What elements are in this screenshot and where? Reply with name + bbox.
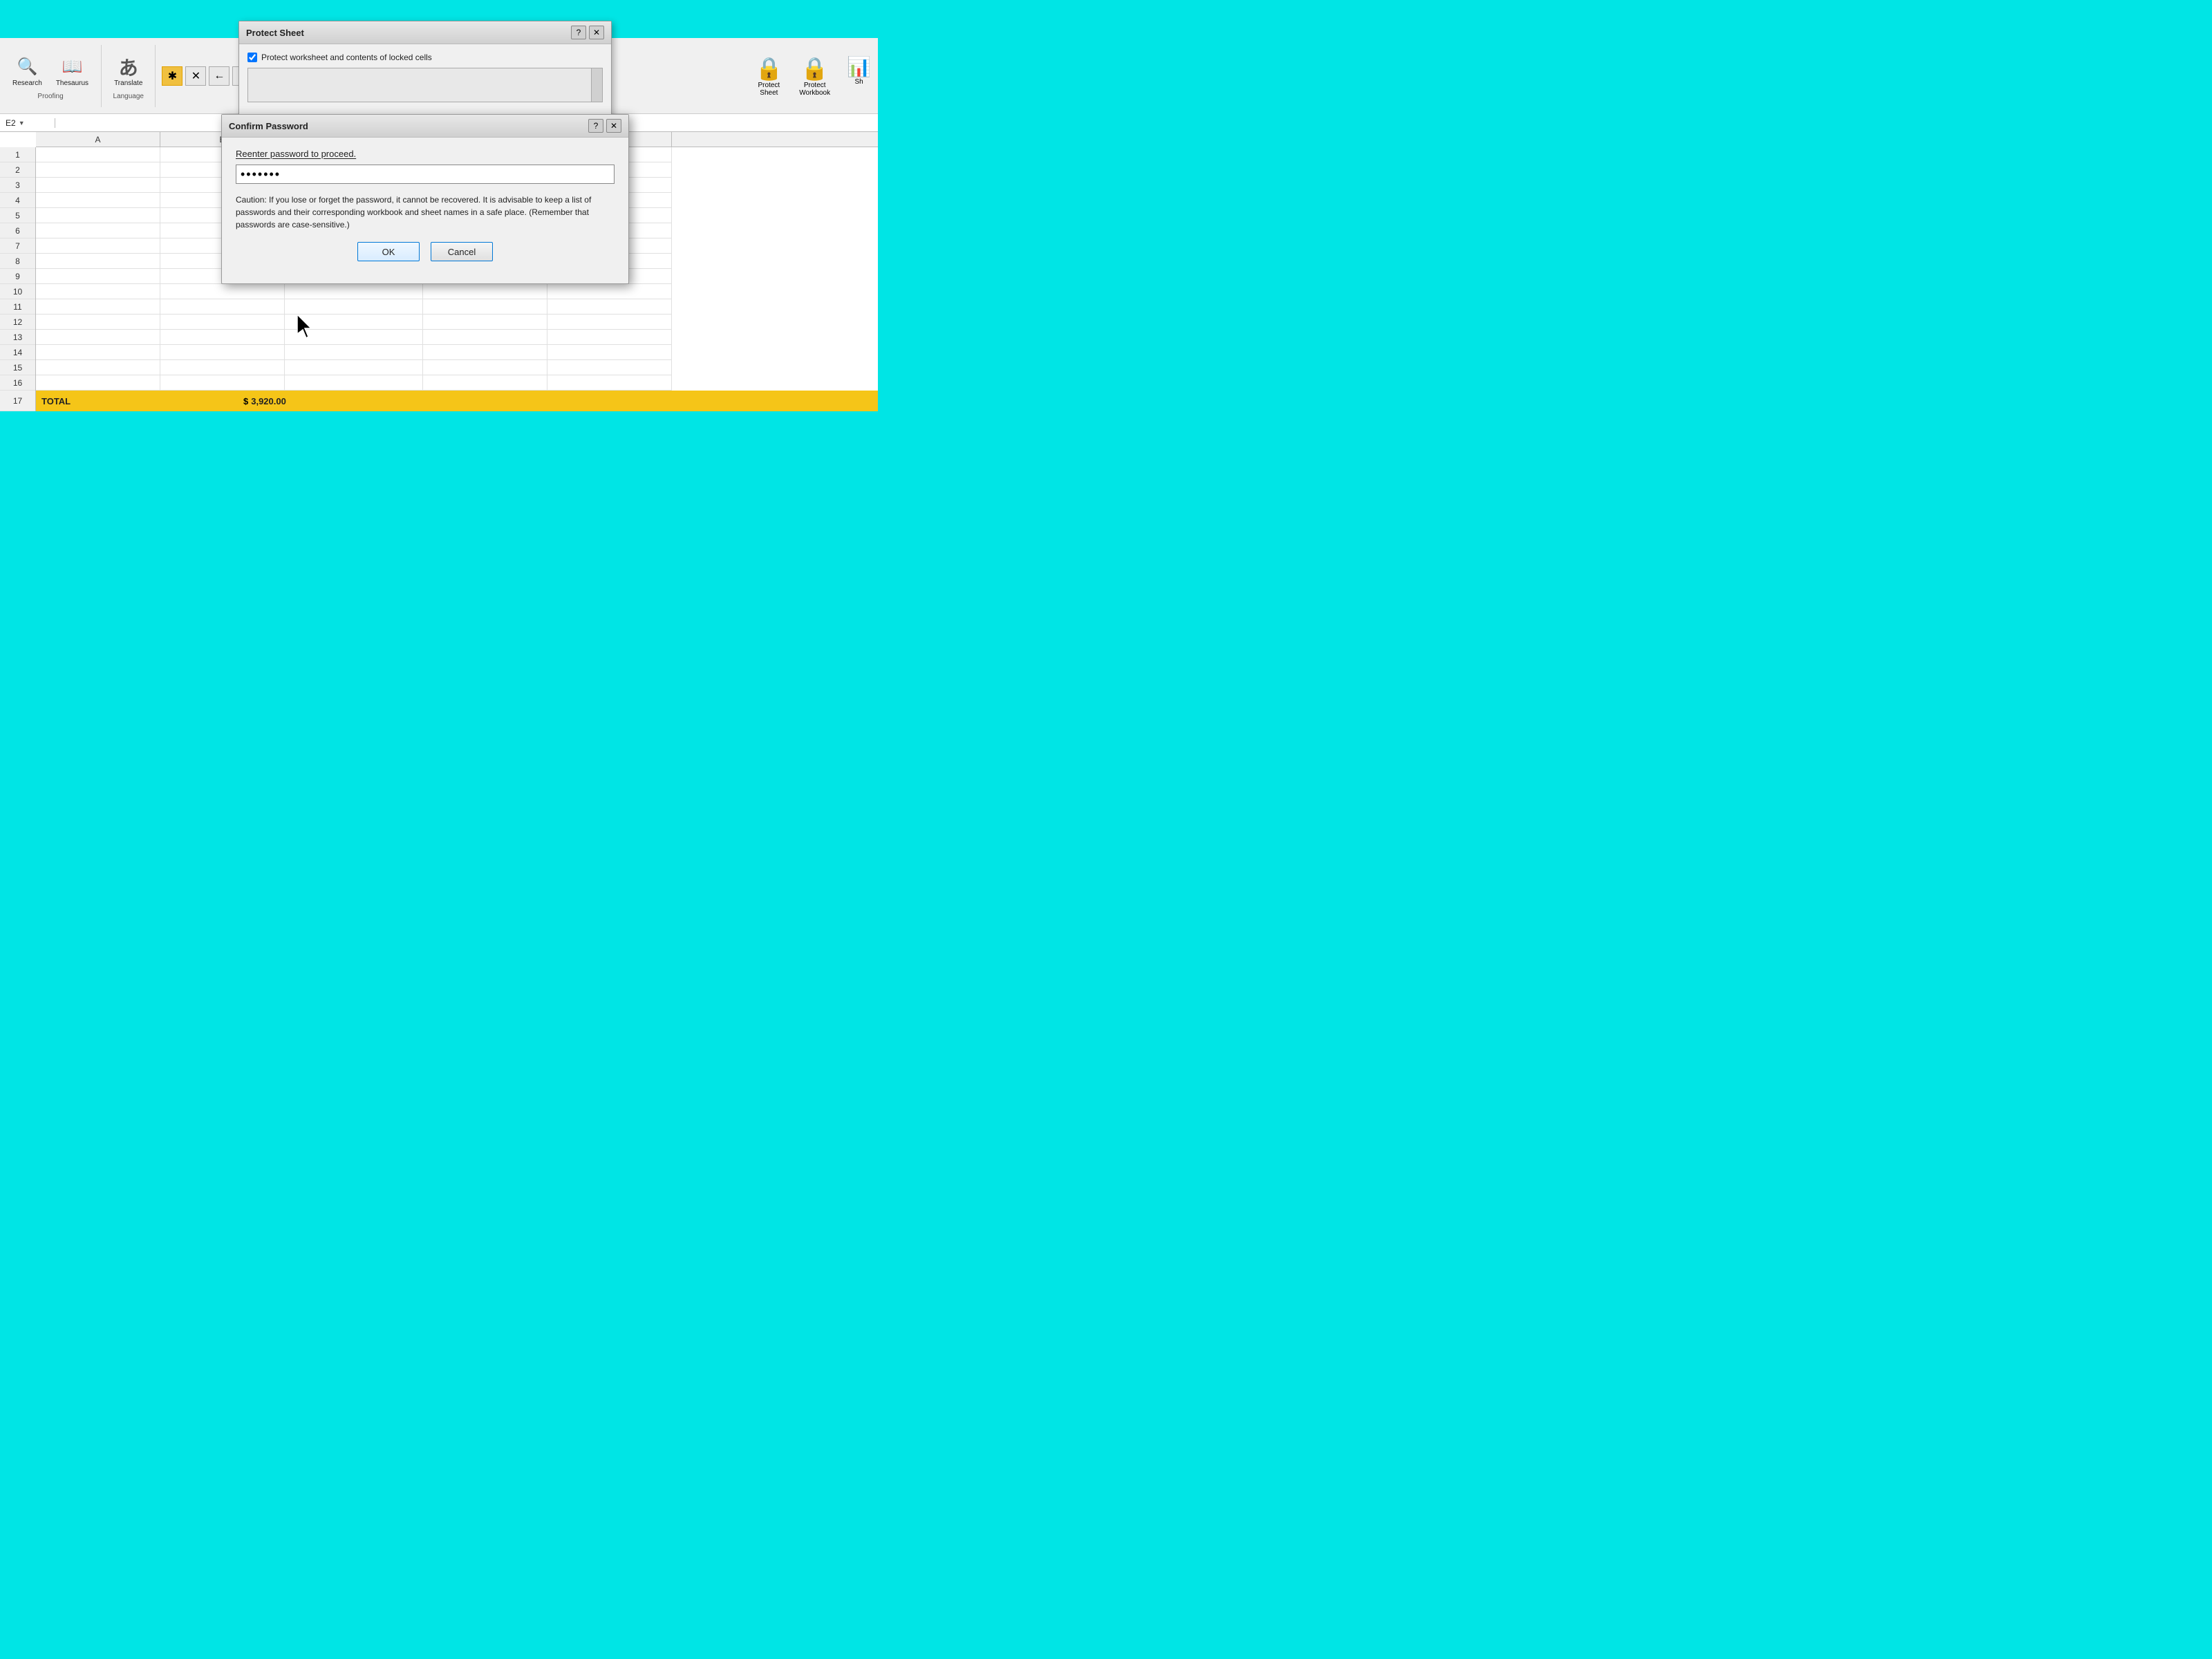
reenter-password-label: Reenter password to proceed. xyxy=(236,149,615,159)
back-icon[interactable]: ← xyxy=(209,66,229,86)
total-row: TOTAL $ 3,920.00 xyxy=(36,391,878,411)
row-header-2: 2 xyxy=(0,162,35,178)
cell-reference[interactable]: E2 ▼ xyxy=(0,118,55,128)
row-header-13: 13 xyxy=(0,330,35,345)
row-header-9: 9 xyxy=(0,269,35,284)
confirm-cancel-button[interactable]: Cancel xyxy=(431,242,493,261)
col-header-a: A xyxy=(36,132,160,147)
protect-sheet-body: Protect worksheet and contents of locked… xyxy=(239,44,611,111)
protect-worksheet-checkbox-row: Protect worksheet and contents of locked… xyxy=(247,53,603,62)
total-label: TOTAL xyxy=(36,396,243,406)
confirm-password-controls: ? ✕ xyxy=(588,119,621,133)
close-icon[interactable]: ✕ xyxy=(185,66,206,86)
confirm-password-footer: OK Cancel xyxy=(236,242,615,272)
protect-sheet-label: ProtectSheet xyxy=(758,82,780,97)
row-header-1: 1 xyxy=(0,147,35,162)
research-button[interactable]: 🔍 Research xyxy=(8,52,46,90)
protect-sheet-close-button[interactable]: ✕ xyxy=(589,26,604,39)
total-value: 3,920.00 xyxy=(251,396,286,406)
row-header-3: 3 xyxy=(0,178,35,193)
confirm-password-help-button[interactable]: ? xyxy=(588,119,603,133)
table-row xyxy=(36,299,878,315)
confirm-password-dialog: Confirm Password ? ✕ Reenter password to… xyxy=(221,114,629,284)
protect-workbook-button[interactable]: 🔒 ProtectWorkbook xyxy=(792,53,837,100)
row-header-17: 17 xyxy=(0,391,35,411)
thesaurus-label: Thesaurus xyxy=(56,79,88,87)
row-header-14: 14 xyxy=(0,345,35,360)
share-workbook-label: Sh xyxy=(854,78,863,86)
row-header-8: 8 xyxy=(0,254,35,269)
language-group: あ Translate Language xyxy=(102,45,156,107)
password-input[interactable] xyxy=(236,165,615,184)
research-icon: 🔍 xyxy=(15,55,39,79)
protect-worksheet-checkbox[interactable] xyxy=(247,53,257,62)
table-row xyxy=(36,345,878,360)
table-row xyxy=(36,284,878,299)
row-header-7: 7 xyxy=(0,238,35,254)
translate-label: Translate xyxy=(114,79,142,87)
protect-sheet-titlebar: Protect Sheet ? ✕ xyxy=(239,21,611,44)
translate-button[interactable]: あ Translate xyxy=(110,52,147,90)
row-header-6: 6 xyxy=(0,223,35,238)
table-row xyxy=(36,315,878,330)
row-header-15: 15 xyxy=(0,360,35,375)
protect-sheet-title: Protect Sheet xyxy=(246,28,304,38)
protect-workbook-icon: 🔒 xyxy=(801,55,829,82)
row-header-16: 16 xyxy=(0,375,35,391)
protect-workbook-label: ProtectWorkbook xyxy=(799,82,830,97)
confirm-password-title: Confirm Password xyxy=(229,121,308,131)
share-workbook-button[interactable]: 📊 Sh xyxy=(840,53,878,100)
proofing-group-label: Proofing xyxy=(37,93,63,100)
total-currency: $ xyxy=(243,396,248,406)
protect-sheet-help-button[interactable]: ? xyxy=(571,26,586,39)
research-label: Research xyxy=(12,79,42,87)
protect-sheet-button[interactable]: 🔒 ProtectSheet xyxy=(748,53,789,100)
translate-icon: あ xyxy=(116,55,141,79)
protect-sheet-icon: 🔒 xyxy=(755,55,782,82)
caution-text: Caution: If you lose or forget the passw… xyxy=(236,194,615,231)
protect-sheet-options-area[interactable] xyxy=(247,68,603,102)
share-workbook-icon: 📊 xyxy=(847,55,871,78)
row-header-11: 11 xyxy=(0,299,35,315)
ribbon-right-group: 🔒 ProtectSheet 🔒 ProtectWorkbook 📊 Sh xyxy=(748,53,878,100)
row-header-12: 12 xyxy=(0,315,35,330)
row-header-10: 10 xyxy=(0,284,35,299)
confirm-password-titlebar: Confirm Password ? ✕ xyxy=(222,115,628,138)
protect-sheet-scrollbar[interactable] xyxy=(591,68,602,102)
table-row xyxy=(36,375,878,391)
language-group-label: Language xyxy=(113,93,144,100)
confirm-ok-button[interactable]: OK xyxy=(357,242,420,261)
thesaurus-button[interactable]: 📖 Thesaurus xyxy=(52,52,93,90)
row-header-4: 4 xyxy=(0,193,35,208)
confirm-password-body: Reenter password to proceed. Caution: If… xyxy=(222,138,628,283)
table-row xyxy=(36,360,878,375)
proofing-group: 🔍 Research 📖 Thesaurus Proofing xyxy=(0,45,102,107)
star-icon[interactable]: ✱ xyxy=(162,66,182,86)
thesaurus-icon: 📖 xyxy=(59,55,84,79)
confirm-password-close-button[interactable]: ✕ xyxy=(606,119,621,133)
row-headers: 1 2 3 4 5 6 7 8 9 10 11 12 13 14 15 16 1 xyxy=(0,147,36,411)
protect-sheet-controls: ? ✕ xyxy=(571,26,604,39)
table-row xyxy=(36,330,878,345)
protect-worksheet-label: Protect worksheet and contents of locked… xyxy=(261,53,432,62)
row-header-5: 5 xyxy=(0,208,35,223)
